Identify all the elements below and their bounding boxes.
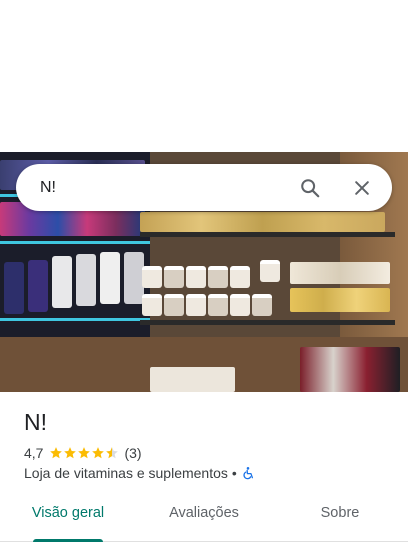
tab-about-label: Sobre	[320, 505, 360, 521]
photo-products	[150, 367, 235, 392]
search-bar[interactable]: N!	[16, 164, 392, 211]
photo-product-bag	[124, 252, 144, 304]
search-icon[interactable]	[290, 168, 330, 208]
photo-product-tub	[208, 294, 228, 316]
photo-products	[300, 347, 400, 392]
photo-product-tub	[164, 294, 184, 316]
place-title: N!	[24, 409, 47, 435]
tab-bar: Visão geral Avaliações Sobre	[0, 496, 408, 542]
photo-product-tub	[186, 266, 206, 288]
photo-product-bag	[28, 260, 48, 312]
photo-shelf	[140, 232, 395, 237]
photo-product-tub	[260, 260, 280, 282]
photo-product-tub	[208, 266, 228, 288]
photo-product-tub	[230, 294, 250, 316]
photo-product-bag	[76, 254, 96, 306]
photo-product-tub	[252, 294, 272, 316]
star-rating	[49, 446, 119, 460]
review-count[interactable]: (3)	[124, 445, 141, 461]
photo-products	[290, 262, 390, 284]
star-icon	[50, 447, 63, 459]
photo-product-tub	[230, 266, 250, 288]
rating-row[interactable]: 4,7 (3)	[24, 445, 142, 461]
tab-overview[interactable]: Visão geral	[0, 496, 136, 542]
tab-about[interactable]: Sobre	[272, 496, 408, 541]
place-category: Loja de vitaminas e suplementos	[24, 465, 228, 481]
star-icon	[64, 447, 77, 459]
star-icon	[78, 447, 91, 459]
separator-dot: •	[231, 465, 237, 481]
photo-product-tub	[142, 266, 162, 288]
tab-reviews[interactable]: Avaliações	[136, 496, 272, 541]
photo-product-tub	[142, 294, 162, 316]
search-input[interactable]: N!	[40, 179, 290, 197]
tab-overview-label: Visão geral	[31, 505, 105, 521]
close-icon[interactable]	[342, 168, 382, 208]
tab-reviews-label: Avaliações	[169, 505, 239, 521]
photo-product-tub	[164, 266, 184, 288]
photo-products	[140, 212, 385, 232]
photo-shelf-light	[0, 241, 150, 244]
wheelchair-icon	[241, 466, 255, 480]
active-tab-indicator	[33, 539, 103, 542]
photo-products	[290, 288, 390, 312]
blank-top-area	[0, 0, 408, 152]
rating-value: 4,7	[24, 445, 44, 461]
star-icon	[106, 447, 119, 459]
photo-product-bag	[100, 252, 120, 304]
photo-shelf-light	[0, 318, 150, 321]
photo-shelf	[140, 320, 395, 325]
star-icon	[92, 447, 105, 459]
photo-product-tub	[186, 294, 206, 316]
photo-product-bag	[4, 262, 24, 314]
category-row: Loja de vitaminas e suplementos •	[24, 465, 255, 481]
photo-product-bag	[52, 256, 72, 308]
